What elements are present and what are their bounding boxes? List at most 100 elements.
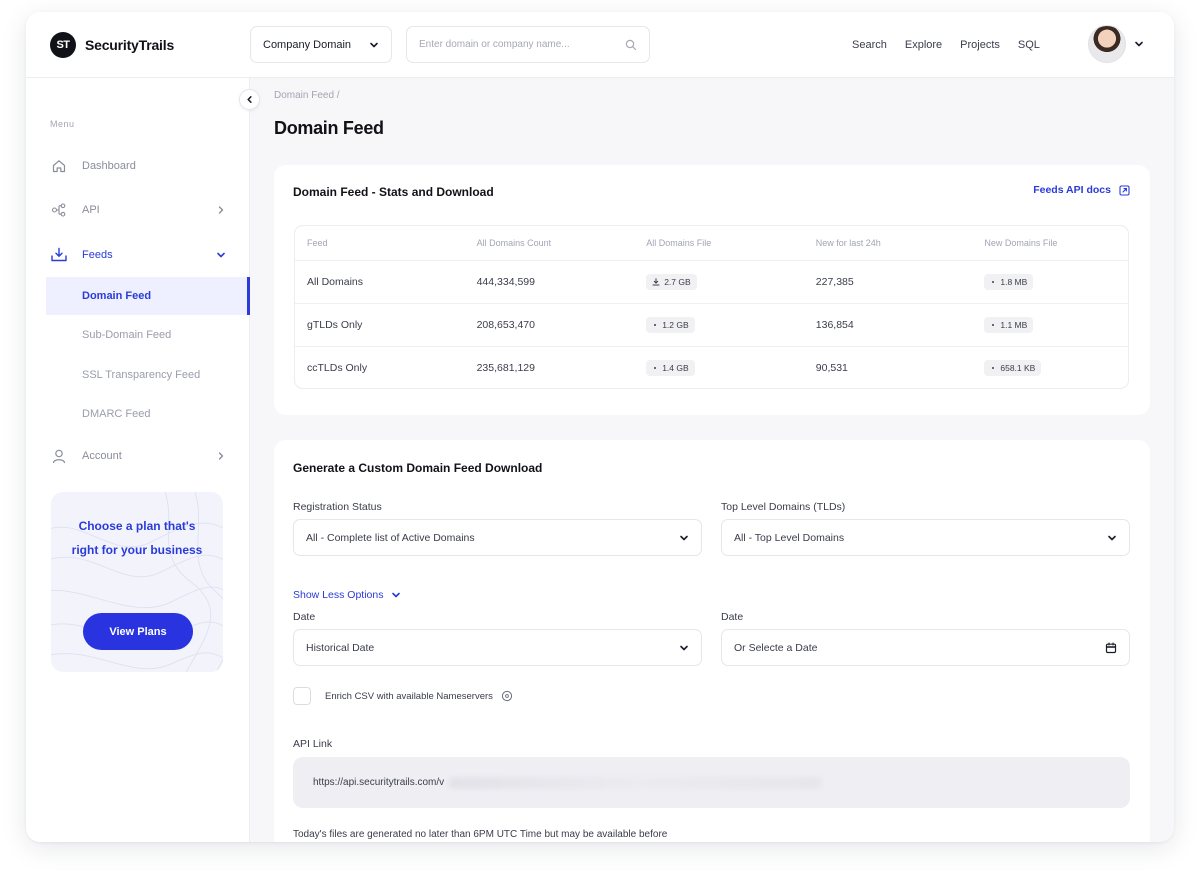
- download-file-chip[interactable]: 1.4 GB: [646, 360, 695, 376]
- column-header: New for last 24h: [815, 238, 881, 248]
- download-new-file-chip[interactable]: 658.1 KB: [984, 360, 1042, 376]
- info-icon[interactable]: [501, 690, 513, 702]
- file-size: 658.1 KB: [1000, 363, 1036, 373]
- plan-card-title: Choose a plan that's right for your busi…: [71, 519, 203, 557]
- top-nav: Search Explore Projects SQL: [852, 39, 1040, 51]
- calendar-icon[interactable]: [1105, 641, 1117, 654]
- download-new-file-chip[interactable]: 1.1 MB: [984, 317, 1034, 333]
- file-size: 1.2 GB: [662, 320, 689, 330]
- custom-feed-card: Generate a Custom Domain Feed Download R…: [274, 440, 1150, 842]
- user-menu[interactable]: [1088, 25, 1144, 63]
- chevron-down-icon: [680, 535, 688, 540]
- file-cell: 1.4 GB: [634, 360, 804, 376]
- search-input[interactable]: [419, 39, 609, 50]
- search-type-value: Company Domain: [263, 38, 352, 51]
- feed-name: gTLDs Only: [307, 319, 363, 331]
- show-less-label: Show Less Options: [293, 589, 384, 601]
- file-size: 1.1 MB: [1000, 320, 1028, 330]
- api-key-redacted: [448, 776, 823, 789]
- sidebar-item-account[interactable]: Account: [50, 445, 226, 467]
- view-plans-button[interactable]: View Plans: [83, 613, 193, 650]
- historical-date-select[interactable]: Historical Date: [293, 629, 702, 666]
- custom-feed-title: Generate a Custom Domain Feed Download: [293, 461, 543, 475]
- tld-select[interactable]: All - Top Level Domains: [721, 519, 1130, 556]
- registration-status-select[interactable]: All - Complete list of Active Domains: [293, 519, 702, 556]
- sidebar-item-label: Account: [82, 450, 122, 462]
- app-window: ST SecurityTrails Company Domain Search …: [26, 12, 1174, 842]
- show-less-options-toggle[interactable]: Show Less Options: [293, 589, 401, 601]
- page-title: Domain Feed: [274, 118, 384, 138]
- sidebar-subitem-ssl-feed[interactable]: SSL Transparency Feed: [46, 356, 250, 394]
- sidebar-item-label: Dashboard: [82, 160, 136, 172]
- enrich-nameservers-row: Enrich CSV with available Nameservers: [293, 687, 513, 705]
- plan-promo-card: Choose a plan that's right for your busi…: [51, 492, 223, 672]
- download-icon: [652, 278, 660, 286]
- download-file-chip[interactable]: 2.7 GB: [646, 274, 697, 290]
- domain-count: 444,334,599: [476, 276, 535, 288]
- table-header-row: Feed All Domains Count All Domains File …: [295, 226, 1128, 260]
- chevron-down-icon: [392, 592, 401, 598]
- sidebar-subitem-subdomain-feed[interactable]: Sub-Domain Feed: [46, 316, 250, 354]
- column-header: Feed: [307, 238, 328, 248]
- nav-search[interactable]: Search: [852, 39, 887, 51]
- sidebar-item-label: API: [82, 204, 100, 216]
- download-icon: [654, 324, 657, 326]
- chevron-down-icon: [216, 250, 226, 260]
- chevron-right-icon: [216, 205, 226, 215]
- sidebar-item-feeds[interactable]: Feeds: [50, 244, 226, 266]
- chevron-down-icon[interactable]: [1134, 39, 1144, 49]
- file-cell: 2.7 GB: [634, 274, 804, 290]
- logo-mark: ST: [50, 32, 76, 58]
- table-row: ccTLDs Only 235,681,129 1.4 GB 90,531 65…: [295, 346, 1128, 388]
- chevron-left-icon: [247, 96, 252, 103]
- search-box[interactable]: [406, 26, 650, 63]
- nav-explore[interactable]: Explore: [905, 39, 942, 51]
- search-icon[interactable]: [625, 39, 637, 51]
- external-link-icon: [1119, 184, 1130, 196]
- sidebar: Menu Dashboard API Feeds Domain Feed Sub…: [26, 78, 250, 842]
- download-icon: [992, 324, 995, 326]
- new-count: 136,854: [815, 319, 854, 331]
- nav-projects[interactable]: Projects: [960, 39, 1000, 51]
- date-picker-input[interactable]: Or Selecte a Date: [721, 629, 1130, 666]
- download-file-chip[interactable]: 1.2 GB: [646, 317, 695, 333]
- tld-label: Top Level Domains (TLDs): [721, 501, 846, 513]
- tld-value: All - Top Level Domains: [734, 531, 845, 544]
- table-row: gTLDs Only 208,653,470 1.2 GB 136,854 1.…: [295, 303, 1128, 346]
- sidebar-collapse-button[interactable]: [239, 89, 260, 110]
- chevron-right-icon: [216, 451, 226, 461]
- new-count: 90,531: [815, 362, 848, 374]
- historical-date-value: Historical Date: [306, 641, 375, 654]
- sidebar-item-dashboard[interactable]: Dashboard: [50, 155, 226, 177]
- sidebar-subitem-domain-feed[interactable]: Domain Feed: [46, 277, 250, 315]
- file-size: 1.4 GB: [662, 363, 689, 373]
- search-type-select[interactable]: Company Domain: [250, 26, 392, 63]
- date-label: Date: [293, 611, 316, 623]
- download-new-file-chip[interactable]: 1.8 MB: [984, 274, 1034, 290]
- column-header: New Domains File: [984, 238, 1058, 248]
- enrich-nameservers-checkbox[interactable]: [293, 687, 311, 705]
- home-icon: [50, 157, 68, 175]
- avatar[interactable]: [1088, 25, 1126, 63]
- feed-name: All Domains: [307, 276, 364, 288]
- api-link-label: API Link: [293, 738, 333, 750]
- api-link-value: https://api.securitytrails.com/v: [313, 777, 445, 788]
- table-row: All Domains 444,334,599 2.7 GB 227,385 1…: [295, 260, 1128, 303]
- brand-logo[interactable]: ST SecurityTrails: [50, 32, 174, 58]
- feed-name: ccTLDs Only: [307, 362, 368, 374]
- chevron-down-icon: [680, 645, 688, 650]
- file-cell: 1.2 GB: [634, 317, 804, 333]
- chevron-down-icon: [1108, 535, 1116, 540]
- enrich-nameservers-label: Enrich CSV with available Nameservers: [325, 690, 493, 702]
- breadcrumb[interactable]: Domain Feed /: [274, 90, 340, 101]
- stats-table: Feed All Domains Count All Domains File …: [294, 225, 1129, 389]
- nav-sql[interactable]: SQL: [1018, 39, 1040, 51]
- stats-card: Domain Feed - Stats and Download Feeds A…: [274, 165, 1150, 415]
- registration-status-label: Registration Status: [293, 501, 382, 513]
- api-link-field[interactable]: https://api.securitytrails.com/v: [293, 757, 1130, 808]
- sidebar-item-api[interactable]: API: [50, 199, 226, 221]
- file-size: 1.8 MB: [1000, 277, 1028, 287]
- domain-count: 208,653,470: [476, 319, 535, 331]
- feeds-api-docs-link[interactable]: Feeds API docs: [1033, 184, 1130, 196]
- sidebar-subitem-dmarc-feed[interactable]: DMARC Feed: [46, 395, 250, 433]
